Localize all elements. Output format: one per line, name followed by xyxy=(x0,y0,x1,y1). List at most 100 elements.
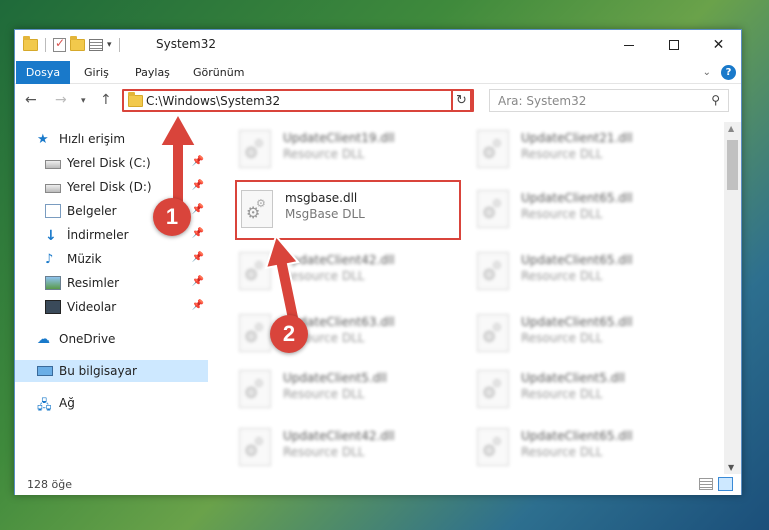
customize-toolbar-arrow-icon[interactable]: ▾ xyxy=(107,40,112,50)
file-name: UpdateClient65.dll xyxy=(521,191,633,205)
file-type: Resource DLL xyxy=(521,269,603,283)
documents-icon xyxy=(45,204,61,218)
sidebar-item-onedrive[interactable]: ☁ OneDrive xyxy=(37,328,208,350)
tab-view[interactable]: Görünüm xyxy=(184,61,253,84)
sidebar-item-label: OneDrive xyxy=(59,332,116,346)
sidebar-item-label: Bu bilgisayar xyxy=(59,364,137,378)
up-button[interactable]: ↑ xyxy=(100,92,112,108)
minimize-button[interactable] xyxy=(606,30,651,60)
file-type: Resource DLL xyxy=(283,445,365,459)
properties-check-icon[interactable] xyxy=(53,36,66,52)
refresh-icon: ↻ xyxy=(456,93,467,108)
forward-button[interactable]: → xyxy=(55,92,67,108)
file-tile[interactable]: UpdateClient65.dll Resource DLL xyxy=(473,306,699,362)
sidebar-item-pictures[interactable]: Resimler 📌 xyxy=(45,272,208,294)
dll-file-icon xyxy=(239,428,271,466)
scroll-up-arrow-icon[interactable]: ▲ xyxy=(728,124,734,133)
file-name: UpdateClient42.dll xyxy=(283,429,395,443)
address-bar[interactable]: C:\Windows\System32 ⌄ xyxy=(122,89,474,112)
file-type: Resource DLL xyxy=(521,147,603,161)
sidebar-item-this-pc[interactable]: Bu bilgisayar xyxy=(15,360,208,382)
sidebar-item-label: Resimler xyxy=(67,276,120,290)
folder-icon xyxy=(128,92,143,107)
help-icon[interactable]: ? xyxy=(721,65,736,80)
file-type: Resource DLL xyxy=(283,387,365,401)
new-folder-icon[interactable] xyxy=(70,36,85,51)
file-name: msgbase.dll xyxy=(285,191,358,205)
minimize-icon xyxy=(623,44,634,46)
file-tile[interactable]: UpdateClient65.dll Resource DLL xyxy=(473,182,699,238)
sidebar-item-label: Belgeler xyxy=(67,204,117,218)
music-icon: ♪ xyxy=(45,252,54,267)
file-tile-msgbase[interactable]: msgbase.dll MsgBase DLL xyxy=(235,180,461,240)
sidebar-item-label: Ağ xyxy=(59,396,75,410)
details-view-icon[interactable] xyxy=(699,478,713,490)
tab-home[interactable]: Giriş xyxy=(75,61,118,84)
sidebar-item-network[interactable]: 🖧 Ağ xyxy=(37,392,208,414)
drive-icon xyxy=(45,184,61,193)
cloud-icon: ☁ xyxy=(37,332,50,347)
annotation-badge-1: 1 xyxy=(153,198,191,236)
navigation-bar: ← → ▾ ↑ C:\Windows\System32 ⌄ ↻ Ara: Sys… xyxy=(15,85,741,117)
quick-access-toolbar: ▾ xyxy=(23,36,123,52)
pin-icon[interactable]: 📌 xyxy=(192,276,204,287)
file-tile[interactable]: UpdateClient5.dll Resource DLL xyxy=(235,362,461,418)
refresh-button[interactable]: ↻ xyxy=(451,89,472,112)
properties-icon[interactable] xyxy=(89,39,103,51)
sidebar-item-label: Videolar xyxy=(67,300,117,314)
sidebar-item-label: Müzik xyxy=(67,252,102,266)
sidebar-item-label: İndirmeler xyxy=(67,228,129,242)
file-type: Resource DLL xyxy=(521,331,603,345)
search-icon: ⚲ xyxy=(711,93,720,107)
sidebar-item-label: Hızlı erişim xyxy=(59,132,126,146)
file-name: UpdateClient65.dll xyxy=(521,429,633,443)
pin-icon[interactable]: 📌 xyxy=(192,300,204,311)
file-tile[interactable]: UpdateClient65.dll Resource DLL xyxy=(473,420,699,474)
dll-file-icon xyxy=(477,252,509,290)
network-icon: 🖧 xyxy=(37,398,52,413)
scroll-down-arrow-icon[interactable]: ▼ xyxy=(728,463,734,472)
file-tile[interactable]: UpdateClient5.dll Resource DLL xyxy=(473,362,699,418)
back-button[interactable]: ← xyxy=(25,92,37,108)
toolbar-divider xyxy=(45,38,46,52)
drive-icon xyxy=(45,160,61,169)
sidebar-item-music[interactable]: ♪ Müzik 📌 xyxy=(45,248,208,270)
tab-share[interactable]: Paylaş xyxy=(126,61,179,84)
window-title: System32 xyxy=(156,37,217,51)
expand-ribbon-chevron-icon[interactable]: ⌄ xyxy=(703,67,711,78)
tab-file[interactable]: Dosya xyxy=(16,61,70,84)
large-icons-view-icon[interactable] xyxy=(718,477,733,491)
vertical-scrollbar[interactable]: ▲ ▼ xyxy=(724,122,741,474)
close-button[interactable]: ✕ xyxy=(696,30,741,60)
file-name: UpdateClient65.dll xyxy=(521,253,633,267)
file-type: Resource DLL xyxy=(283,147,365,161)
title-bar: ▾ System32 ✕ xyxy=(15,30,741,61)
dll-file-icon xyxy=(239,370,271,408)
sidebar-item-label: Yerel Disk (D:) xyxy=(67,180,152,194)
maximize-icon xyxy=(668,40,679,50)
sidebar-item-videos[interactable]: Videolar 📌 xyxy=(45,296,208,318)
file-name: UpdateClient65.dll xyxy=(521,315,633,329)
status-bar: 128 öğe xyxy=(15,474,741,495)
maximize-button[interactable] xyxy=(651,30,696,60)
annotation-badge-2: 2 xyxy=(270,315,308,353)
file-tile[interactable]: UpdateClient19.dll Resource DLL xyxy=(235,122,461,178)
explorer-window: ▾ System32 ✕ Dosya Giriş Paylaş Görünüm … xyxy=(14,29,742,495)
dll-file-icon xyxy=(239,130,271,168)
file-tile[interactable]: UpdateClient21.dll Resource DLL xyxy=(473,122,699,178)
file-name: UpdateClient5.dll xyxy=(521,371,625,385)
star-icon: ★ xyxy=(37,132,49,147)
pin-icon[interactable]: 📌 xyxy=(192,252,204,263)
file-tile[interactable]: UpdateClient42.dll Resource DLL xyxy=(235,420,461,474)
recent-locations-chevron-icon[interactable]: ▾ xyxy=(81,96,86,106)
file-tile[interactable]: UpdateClient65.dll Resource DLL xyxy=(473,244,699,300)
scrollbar-thumb[interactable] xyxy=(727,140,738,190)
ribbon-tabs: Dosya Giriş Paylaş Görünüm ⌄ ? xyxy=(15,61,741,84)
videos-icon xyxy=(45,300,61,314)
sidebar-item-label: Yerel Disk (C:) xyxy=(67,156,151,170)
dll-file-icon xyxy=(477,428,509,466)
close-icon: ✕ xyxy=(712,37,725,53)
dll-file-icon xyxy=(241,190,273,228)
search-box[interactable]: Ara: System32 ⚲ xyxy=(489,89,729,112)
item-count: 128 öğe xyxy=(27,478,72,491)
